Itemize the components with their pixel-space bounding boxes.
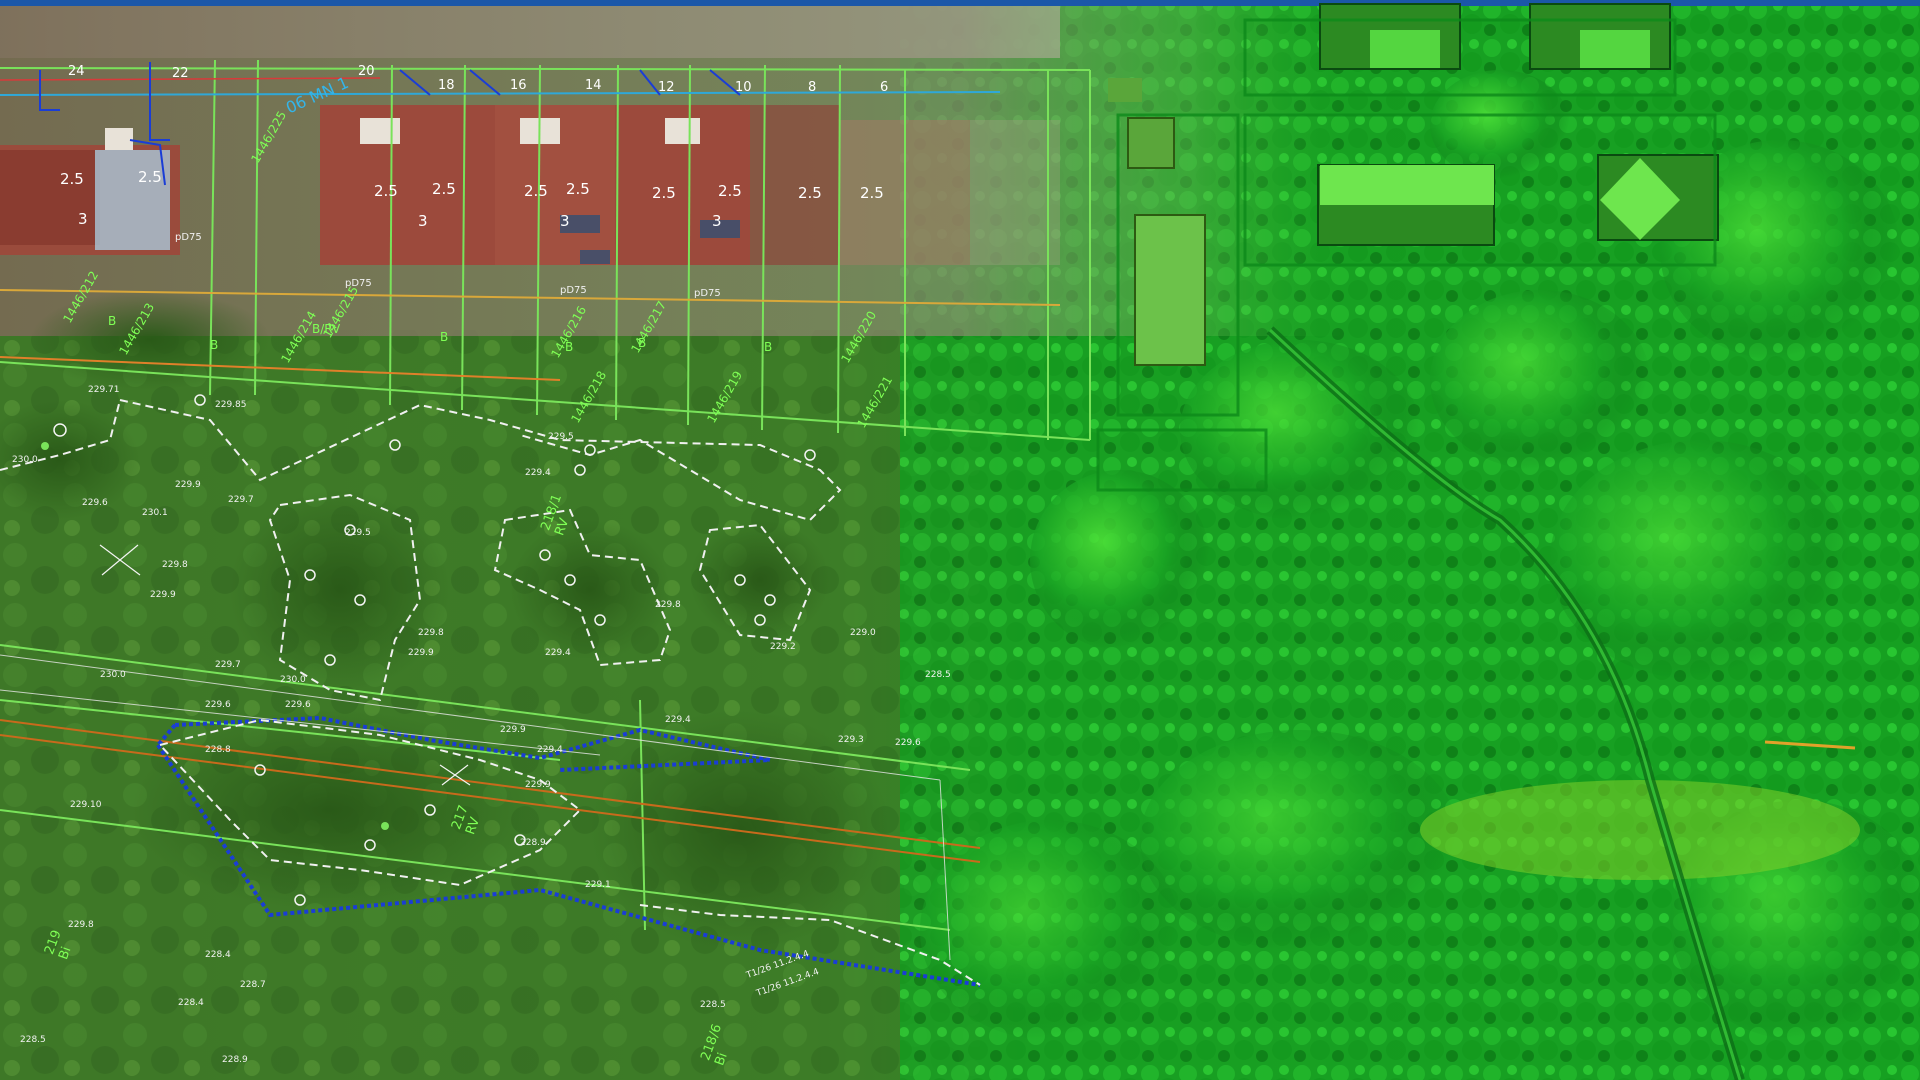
spot-height: 229.4 (525, 468, 551, 478)
house-number: 18 (438, 78, 455, 93)
storey-label: 3 (712, 212, 722, 230)
spot-height: 229.1 (585, 880, 611, 890)
spot-height: 228.9 (222, 1055, 248, 1065)
spot-height: 229.8 (68, 920, 94, 930)
land-use-code: B (764, 340, 773, 354)
pipe-label: pD75 (175, 232, 202, 243)
spot-height: 229.6 (285, 700, 311, 710)
spot-height: 228.8 (205, 745, 231, 755)
spot-height: 229.9 (500, 725, 526, 735)
spot-height: 229.10 (70, 800, 102, 810)
spot-height: 229.4 (545, 648, 571, 658)
storey-label: 2.5 (374, 182, 398, 200)
spot-height: 229.71 (88, 385, 120, 395)
house-number: 10 (735, 80, 752, 95)
spot-height: 229.85 (215, 400, 247, 410)
spot-height: 228.7 (240, 980, 266, 990)
house-number: 22 (172, 66, 189, 81)
storey-label: 2.5 (798, 184, 822, 202)
storey-label: 2.5 (524, 182, 548, 200)
map-canvas[interactable]: 24 22 20 18 16 14 12 10 8 6 2.5 2.5 3 2.… (0, 0, 1920, 1080)
house-number: 6 (880, 80, 889, 95)
spot-height: 229.2 (770, 642, 796, 652)
storey-label: 2.5 (138, 168, 162, 186)
spot-height: 229.6 (895, 738, 921, 748)
spot-height: 228.5 (700, 1000, 726, 1010)
photo-texture (0, 330, 980, 1080)
land-use-code: B/RV (312, 322, 341, 336)
spot-height: 229.3 (838, 735, 864, 745)
house-number: 16 (510, 78, 527, 93)
spot-height: 229.8 (418, 628, 444, 638)
storey-label: 2.5 (566, 180, 590, 198)
land-use-code: B (565, 340, 574, 354)
storey-label: 3 (78, 210, 88, 228)
land-use-code: B (108, 314, 117, 328)
spot-height: 228.4 (205, 950, 231, 960)
land-use-code: B (210, 338, 219, 352)
spot-height: 229.6 (205, 700, 231, 710)
map-svg[interactable] (0, 0, 1920, 1080)
storey-label: 2.5 (432, 180, 456, 198)
storey-label: 2.5 (718, 182, 742, 200)
house-number: 14 (585, 78, 602, 93)
storey-label: 3 (418, 212, 428, 230)
spot-height: 229.5 (345, 528, 371, 538)
spot-height: 229.9 (525, 780, 551, 790)
pipe-label: pD75 (694, 288, 721, 299)
spot-height: 229.9 (150, 590, 176, 600)
spot-height: 230.1 (142, 508, 168, 518)
house-number: 20 (358, 64, 375, 79)
spot-height: 229.0 (850, 628, 876, 638)
spot-height: 230.0 (12, 455, 38, 465)
spot-height: 229.5 (548, 432, 574, 442)
spot-height: 229.8 (162, 560, 188, 570)
spot-height: 229.9 (175, 480, 201, 490)
spot-height: 229.6 (82, 498, 108, 508)
storey-label: 2.5 (860, 184, 884, 202)
spot-height: 229.7 (228, 495, 254, 505)
spot-height: 230.0 (100, 670, 126, 680)
storey-label: 2.5 (60, 170, 84, 188)
spot-height: 228.5 (925, 670, 951, 680)
spot-height: 228.5 (20, 1035, 46, 1045)
spot-height: 229.4 (665, 715, 691, 725)
land-use-code: B (440, 330, 449, 344)
house-number: 24 (68, 64, 85, 79)
spot-height: 229.8 (655, 600, 681, 610)
spot-height: 229.9 (408, 648, 434, 658)
house-number: 8 (808, 80, 817, 95)
spot-height: 228.4 (178, 998, 204, 1008)
spot-height: 228.9 (520, 838, 546, 848)
storey-label: 3 (560, 212, 570, 230)
house-number: 12 (658, 80, 675, 95)
spot-height: 230.0 (280, 675, 306, 685)
spot-height: 229.7 (215, 660, 241, 670)
land-use-code: B (638, 336, 647, 350)
pipe-label: pD75 (560, 285, 587, 296)
spot-height: 229.4 (537, 745, 563, 755)
storey-label: 2.5 (652, 184, 676, 202)
